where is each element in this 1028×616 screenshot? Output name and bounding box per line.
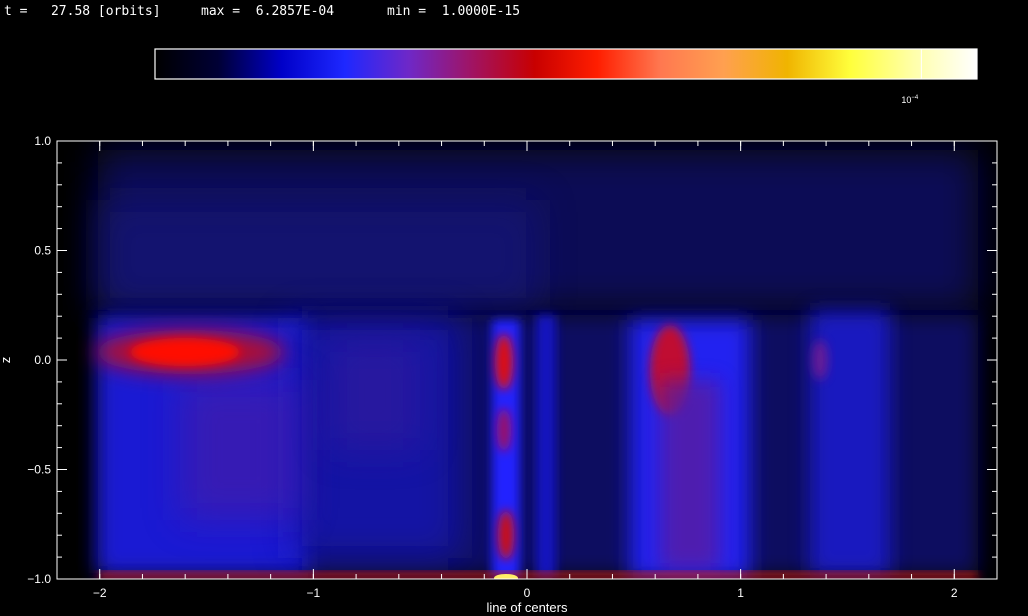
y-tick-label: −1.0 bbox=[27, 572, 51, 586]
heatmap-field bbox=[57, 141, 997, 579]
heatmap-chart: −2 −1 0 1 2 −1.0 −0.5 0.0 0.5 1.0 line of centers… bbox=[0, 134, 998, 615]
x-tick-label: −2 bbox=[93, 586, 107, 600]
y-tick-label: −0.5 bbox=[27, 463, 51, 477]
y-axis-label: z bbox=[0, 357, 13, 364]
y-tick-label: 0.5 bbox=[34, 244, 51, 258]
x-tick-label: 1 bbox=[737, 586, 744, 600]
y-tick-label: 1.0 bbox=[34, 134, 51, 148]
x-axis-label: line of centers bbox=[487, 600, 568, 615]
x-tick-label: 2 bbox=[951, 586, 958, 600]
x-tick-label: −1 bbox=[307, 586, 321, 600]
x-tick-label: 0 bbox=[524, 586, 531, 600]
y-tick-label: 0.0 bbox=[34, 353, 51, 367]
